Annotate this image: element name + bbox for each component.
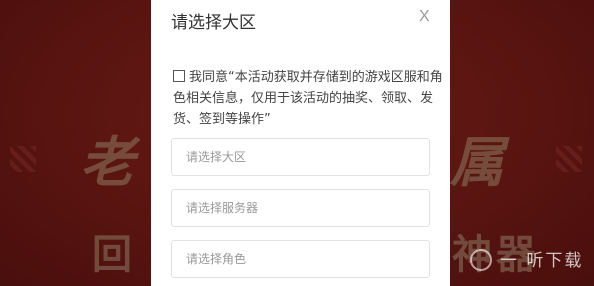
role-select[interactable]: 请选择角色 xyxy=(171,240,430,278)
server-select[interactable]: 请选择服务器 xyxy=(171,189,430,227)
watermark-logo-icon xyxy=(470,249,492,271)
site-watermark: 一 听下载 xyxy=(470,246,583,271)
close-button[interactable]: X xyxy=(419,8,430,26)
consent-block: 我同意“本活动获取并存储到的游戏区服和角色相关信息，仅用于该活动的抽奖、领取、发… xyxy=(173,67,445,130)
region-select-dialog: 请选择大区 X 我同意“本活动获取并存储到的游戏区服和角色相关信息，仅用于该活动… xyxy=(151,0,450,286)
dialog-title: 请选择大区 xyxy=(171,13,256,33)
consent-checkbox[interactable] xyxy=(173,70,185,82)
consent-text: 我同意“本活动获取并存储到的游戏区服和角色相关信息，仅用于该活动的抽奖、领取、发… xyxy=(173,70,443,127)
region-select[interactable]: 请选择大区 xyxy=(171,138,430,176)
watermark-text: 一 听下载 xyxy=(500,251,584,271)
